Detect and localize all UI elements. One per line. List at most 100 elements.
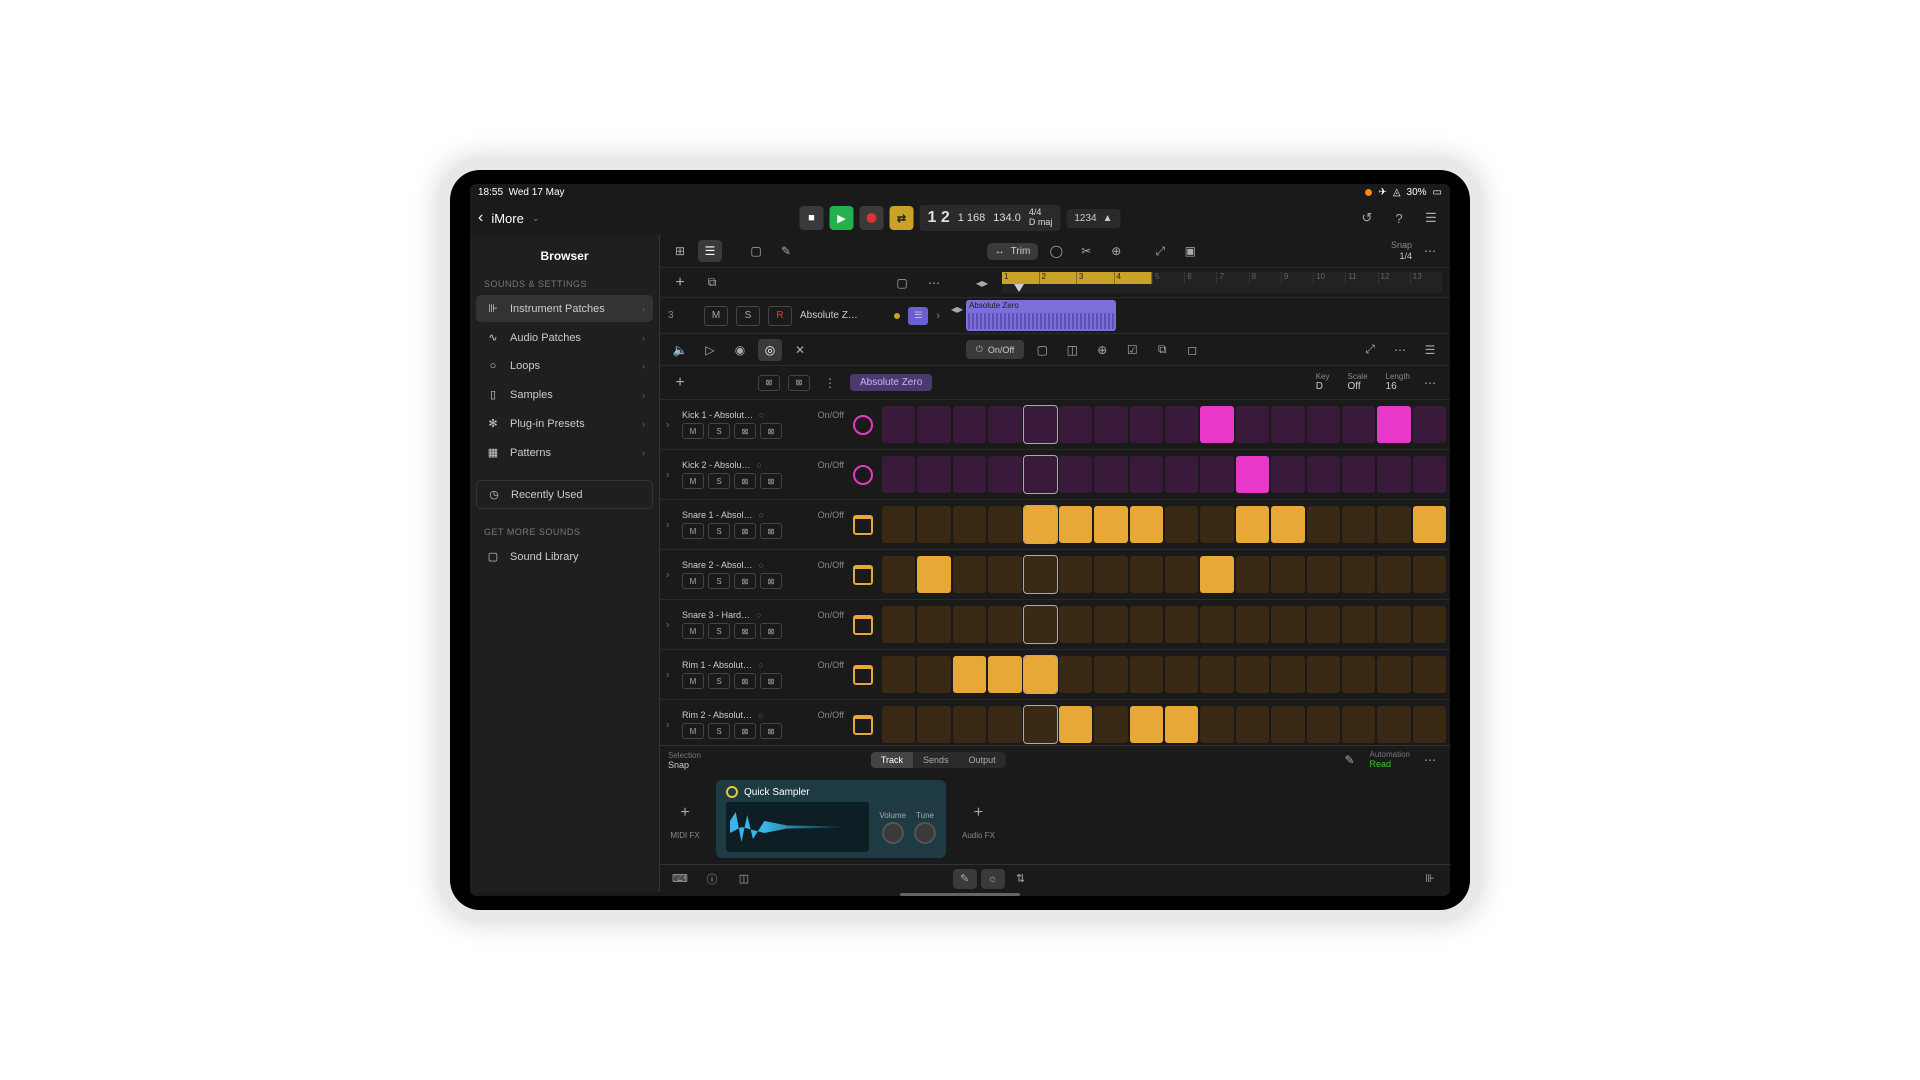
step-cell[interactable] [1094,556,1127,593]
step-cell[interactable] [1342,606,1375,643]
step-cell[interactable] [1342,506,1375,543]
step-cell[interactable] [953,406,986,443]
step-cell[interactable] [1271,656,1304,693]
step-row-name[interactable]: Rim 1 - Absolut… [682,660,752,670]
step-cell[interactable] [1342,706,1375,743]
play-button[interactable]: ▶ [830,206,854,230]
step-cell[interactable] [1130,556,1163,593]
step-cell[interactable] [882,456,915,493]
step-row-name[interactable]: Kick 2 - Absolu… [682,460,751,470]
step-cell[interactable] [1059,556,1092,593]
step-cell[interactable] [1094,456,1127,493]
step-cell[interactable] [1271,706,1304,743]
step-cell[interactable] [1342,556,1375,593]
step-cell[interactable] [1413,406,1446,443]
step-live-button[interactable]: ◎ [758,339,782,361]
step-del2-button[interactable]: ⊠ [760,623,782,639]
expand-row-button[interactable]: › [666,619,669,630]
back-button[interactable]: ‹ [478,209,483,227]
step-solo-button[interactable]: S [708,423,730,439]
loop-tool-button[interactable]: ◯ [1044,240,1068,262]
lcd-display[interactable]: 1 2 1 168 134.0 4/4D maj [920,205,1061,231]
step-cell[interactable] [1200,656,1233,693]
tracks-more-button[interactable]: ⋯ [1418,240,1442,262]
step-del1-button[interactable]: ⊠ [734,723,756,739]
step-cell[interactable] [1307,456,1340,493]
step-cell[interactable] [953,656,986,693]
automation-mode[interactable]: Read [1370,759,1410,770]
expand-row-button[interactable]: › [666,669,669,680]
step-del2-button[interactable]: ⊠ [760,673,782,689]
step-mute-button[interactable]: M [682,573,704,589]
step-add-button[interactable]: ⊕ [1090,339,1114,361]
audio-fx-slot[interactable]: +Audio FX [962,798,995,840]
step-cell[interactable] [1200,456,1233,493]
step-cell[interactable] [1130,456,1163,493]
step-solo-button[interactable]: S [708,623,730,639]
selection-value[interactable]: Snap [668,760,701,770]
step-cell[interactable] [1377,556,1410,593]
step-cell[interactable] [1094,606,1127,643]
step-cell[interactable] [1059,656,1092,693]
step-cell[interactable] [1024,606,1057,643]
expand-row-button[interactable]: › [666,519,669,530]
piano-view-button[interactable]: ⊪ [1418,869,1442,889]
step-cell[interactable] [953,456,986,493]
step-mute-button[interactable]: M [682,673,704,689]
step-cell[interactable] [1200,606,1233,643]
step-cell[interactable] [953,556,986,593]
step-cell[interactable] [953,506,986,543]
step-clear2-button[interactable]: ⊠ [788,375,810,391]
step-solo-button[interactable]: S [708,723,730,739]
cycle-button[interactable]: ⇄ [890,206,914,230]
step-row-name[interactable]: Snare 1 - Absol… [682,510,753,520]
move-button[interactable]: ⤢ [1148,240,1172,262]
step-cell[interactable] [1094,406,1127,443]
step-cell[interactable] [1236,606,1269,643]
tab-track[interactable]: Track [871,752,913,768]
step-menu-button[interactable]: ☰ [1418,339,1442,361]
sidebar-item-samples[interactable]: ▯Samples› [476,381,653,408]
step-del2-button[interactable]: ⊠ [760,573,782,589]
midi-region[interactable]: Absolute Zero [966,300,1116,331]
stop-button[interactable]: ■ [800,206,824,230]
step-cell[interactable] [988,656,1021,693]
step-cell[interactable] [1059,606,1092,643]
step-cell[interactable] [1024,456,1057,493]
step-cell[interactable] [1236,406,1269,443]
step-del2-button[interactable]: ⊠ [760,423,782,439]
step-cell[interactable] [1200,706,1233,743]
tab-output[interactable]: Output [959,752,1006,768]
step-cell[interactable] [1413,506,1446,543]
step-edit-button[interactable]: ☑ [1120,339,1144,361]
step-cell[interactable] [1342,406,1375,443]
step-clear1-button[interactable]: ⊠ [758,375,780,391]
step-cell[interactable] [953,606,986,643]
step-cell[interactable] [1059,506,1092,543]
step-header-more-button[interactable]: ⋯ [1418,372,1442,394]
step-cell[interactable] [917,606,950,643]
step-cell[interactable] [1165,656,1198,693]
step-cell[interactable] [1024,556,1057,593]
expand-row-button[interactable]: › [666,469,669,480]
step-cell[interactable] [1307,656,1340,693]
step-cell[interactable] [988,556,1021,593]
step-del1-button[interactable]: ⊠ [734,623,756,639]
grid-view-button[interactable]: ⊞ [668,240,692,262]
sidebar-item-patterns[interactable]: ▦Patterns› [476,439,653,466]
step-cell[interactable] [1413,706,1446,743]
step-cell[interactable] [1024,656,1057,693]
sidebar-item-loops[interactable]: ○Loops› [476,353,653,379]
step-view2-button[interactable]: ◫ [1060,339,1084,361]
record-button[interactable] [860,206,884,230]
step-del1-button[interactable]: ⊠ [734,673,756,689]
step-cell[interactable] [1200,406,1233,443]
step-cell[interactable] [1165,406,1198,443]
track-more-button[interactable]: ⋯ [922,272,946,294]
step-cell[interactable] [917,506,950,543]
duplicate-track-button[interactable]: ⧉ [700,272,724,294]
mute-button[interactable]: M [704,306,728,326]
step-cell[interactable] [1059,706,1092,743]
step-cell[interactable] [917,456,950,493]
step-cell[interactable] [1236,656,1269,693]
